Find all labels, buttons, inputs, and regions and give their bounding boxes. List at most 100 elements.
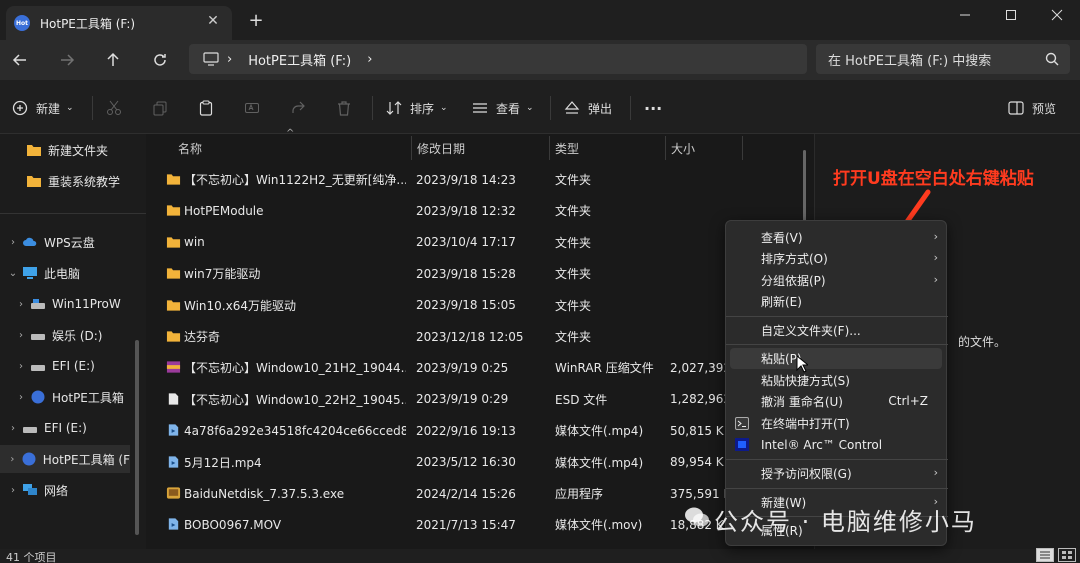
sidebar-item-efi-e[interactable]: › EFI (E:) (0, 352, 146, 380)
file-row[interactable]: 5月12日.mp4 2023/5/12 16:30 媒体文件(.mp4) 89,954… (160, 447, 800, 478)
file-row[interactable]: 【不忘初心】Window10_21H2_19044.... 2023/9/19 0… (160, 352, 800, 383)
menu-item-view[interactable]: 查看(V) › (726, 227, 948, 248)
file-row[interactable]: Win10.x64万能驱动 2023/9/18 15:05 文件夹 (160, 290, 800, 321)
column-divider[interactable] (665, 136, 666, 160)
file-row[interactable]: BaiduNetdisk_7.37.5.3.exe 2024/2/14 15:26… (160, 478, 800, 509)
sidebar-item-hotpe-f[interactable]: › HotPE工具箱 (F (0, 445, 130, 473)
new-tab-button[interactable]: + (246, 10, 266, 31)
tiles-view-toggle[interactable] (1058, 548, 1076, 562)
sort-arrow-icon: ^ (286, 128, 295, 139)
close-window-button[interactable] (1034, 0, 1080, 30)
column-header-type[interactable]: 类型 (555, 136, 579, 160)
sidebar-item-reinstall-tutorial[interactable]: 重装系统教学 (0, 167, 146, 195)
up-button[interactable] (99, 46, 127, 74)
sidebar-item-wps-cloud[interactable]: › WPS云盘 (0, 228, 146, 256)
column-divider[interactable] (549, 136, 550, 160)
menu-item-label: 查看(V) (761, 231, 803, 245)
breadcrumb-drive[interactable]: HotPE工具箱 (F:) (248, 50, 351, 69)
file-type: 文件夹 (555, 204, 592, 219)
arrow-up-icon (107, 52, 119, 66)
minimize-button[interactable] (942, 0, 988, 30)
chevron-right-icon: › (11, 236, 15, 248)
sidebar-item-label: WPS云盘 (44, 235, 95, 250)
column-header-size[interactable]: 大小 (671, 136, 695, 160)
tab-hotpe[interactable]: Hot HotPE工具箱 (F:) (6, 6, 232, 40)
folder-icon (166, 237, 181, 248)
new-button[interactable]: 新建 ⌄ (12, 94, 74, 122)
delete-button[interactable] (336, 94, 352, 122)
watermark-text: 公众号 · 电脑维修小马 (714, 508, 977, 536)
file-row[interactable]: 【不忘初心】Window10_22H2_19045.... 2023/9/19 0… (160, 384, 800, 415)
column-divider[interactable] (411, 136, 412, 160)
chevron-down-icon: ⌄ (8, 267, 18, 279)
share-button[interactable] (290, 94, 306, 122)
file-row[interactable]: win 2023/10/4 17:17 文件夹 (160, 227, 800, 258)
sidebar-scrollbar[interactable] (135, 340, 139, 535)
menu-item-undo-rename[interactable]: 撤消 重命名(U) Ctrl+Z (726, 391, 948, 412)
clipboard-icon (199, 100, 213, 116)
menu-item-refresh[interactable]: 刷新(E) (726, 291, 948, 312)
menu-item-label: 授予访问权限(G) (761, 467, 852, 481)
menu-item-group-by[interactable]: 分组依据(P) › (726, 270, 948, 291)
preview-pane-button[interactable]: 预览 (1008, 94, 1056, 122)
address-bar[interactable]: › HotPE工具箱 (F:) › (189, 44, 807, 74)
arrow-left-icon (12, 54, 26, 66)
view-button[interactable]: 查看 ⌄ (472, 94, 534, 122)
menu-item-give-access[interactable]: 授予访问权限(G) › (726, 463, 948, 484)
sidebar-item-this-pc[interactable]: ⌄ 此电脑 (0, 259, 146, 287)
maximize-button[interactable] (988, 0, 1034, 30)
details-view-toggle[interactable] (1036, 548, 1054, 562)
sort-button[interactable]: 排序 ⌄ (386, 94, 448, 122)
chevron-right-icon: › (11, 484, 15, 496)
column-header-date[interactable]: 修改日期 (417, 136, 465, 160)
file-type: 文件夹 (555, 330, 592, 344)
eject-button[interactable]: 弹出 (564, 94, 612, 122)
column-header-name[interactable]: 名称 (178, 136, 202, 160)
menu-separator (726, 488, 948, 489)
plus-circle-icon (12, 100, 28, 116)
sidebar-item-label: Win11ProW (52, 297, 121, 311)
copy-button[interactable] (152, 94, 168, 122)
more-options-button[interactable]: ··· (644, 94, 662, 122)
file-date: 2023/9/19 0:25 (416, 360, 509, 375)
back-button[interactable] (6, 46, 34, 74)
search-input[interactable]: 在 HotPE工具箱 (F:) 中搜索 (816, 44, 1070, 74)
menu-item-open-in-terminal[interactable]: 在终端中打开(T) (726, 413, 948, 434)
file-row[interactable]: 【不忘初心】Win1122H2_无更新[纯净... 2023/9/18 14:23… (160, 164, 800, 195)
sidebar-item-win11prow[interactable]: › Win11ProW (0, 290, 146, 318)
file-row[interactable]: 4a78f6a292e34518fc4204ce66cced8... 2022/9… (160, 415, 800, 446)
file-date: 2023/10/4 17:17 (416, 235, 516, 250)
drive-icon (31, 334, 45, 340)
column-divider[interactable] (742, 136, 743, 160)
file-row[interactable]: win7万能驱动 2023/9/18 15:28 文件夹 (160, 258, 800, 289)
menu-item-paste[interactable]: 粘贴(P) (730, 348, 942, 369)
menu-item-intel-arc-control[interactable]: Intel® Arc™ Control (726, 434, 948, 455)
preview-pane-icon (1008, 101, 1024, 115)
file-row[interactable]: 达芬奇 2023/12/18 12:05 文件夹 (160, 321, 800, 352)
cloud-icon (23, 237, 37, 246)
sidebar-item-hotpe[interactable]: › HotPE工具箱 (0, 383, 146, 411)
refresh-button[interactable] (146, 46, 174, 74)
file-date: 2023/9/18 14:23 (416, 172, 516, 187)
forward-button[interactable] (53, 46, 81, 74)
sidebar-item-network[interactable]: › 网络 (0, 476, 146, 504)
chevron-right-icon: › (227, 51, 233, 67)
file-size: 89,954 K (670, 455, 724, 470)
file-row[interactable]: HotPEModule 2023/9/18 12:32 文件夹 (160, 195, 800, 226)
file-icon (168, 393, 179, 405)
sidebar-item-label: 网络 (44, 483, 69, 498)
paste-button[interactable] (198, 94, 214, 122)
sidebar-item-new-folder[interactable]: 新建文件夹 (0, 136, 146, 164)
cut-button[interactable] (106, 94, 122, 122)
menu-item-customize-folder[interactable]: 自定义文件夹(F)... (726, 320, 948, 341)
tab-close-icon[interactable]: ✕ (204, 12, 222, 30)
menu-item-paste-shortcut[interactable]: 粘贴快捷方式(S) (726, 370, 948, 391)
menu-item-sort-by[interactable]: 排序方式(O) › (726, 248, 948, 269)
file-size: 1,282,962 (670, 392, 728, 407)
sidebar-item-efi-e-2[interactable]: › EFI (E:) (0, 414, 146, 442)
close-icon (1051, 9, 1063, 21)
preview-pane-message: 的文件。 (958, 335, 1007, 349)
sidebar-item-drive-d[interactable]: › 娱乐 (D:) (0, 321, 146, 349)
rename-button[interactable] (244, 94, 260, 122)
file-size (670, 195, 728, 226)
